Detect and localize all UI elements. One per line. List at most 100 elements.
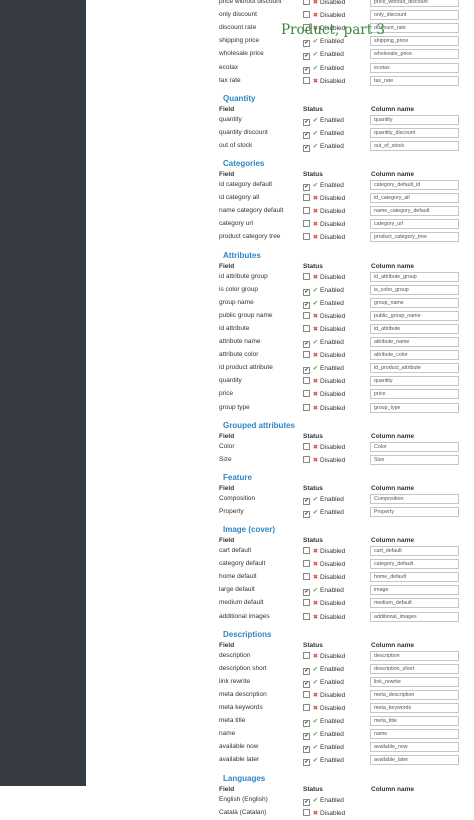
enabled-checkbox[interactable]: ✔ <box>303 66 310 74</box>
column-name-input[interactable]: description_short <box>370 663 459 674</box>
status-toggle[interactable]: ✖ Disabled <box>303 220 345 228</box>
status-toggle[interactable]: ✔ ✔ Enabled <box>303 743 344 754</box>
enabled-checkbox[interactable]: ✔ <box>303 144 310 152</box>
enabled-checkbox[interactable] <box>303 351 310 359</box>
status-toggle[interactable]: ✔ ✔ Enabled <box>303 142 344 152</box>
status-toggle[interactable]: ✔ ✔ Enabled <box>303 717 344 728</box>
status-toggle[interactable]: ✖ Disabled <box>303 233 345 241</box>
status-toggle[interactable]: ✔ ✔ Enabled <box>303 116 344 126</box>
column-name-input[interactable]: available_later <box>370 755 459 766</box>
enabled-checkbox[interactable] <box>303 442 310 450</box>
status-toggle[interactable]: ✖ Disabled <box>303 311 345 320</box>
column-name-input[interactable]: medium_default <box>370 598 459 609</box>
status-toggle[interactable]: ✖ Disabled <box>303 612 345 621</box>
status-toggle[interactable]: ✔ ✔ Enabled <box>303 286 344 296</box>
enabled-checkbox[interactable] <box>303 560 310 568</box>
column-name-input[interactable]: group_name <box>370 297 459 308</box>
column-name-input[interactable]: id_attribute <box>370 323 459 334</box>
status-toggle[interactable]: ✖ Disabled <box>303 651 345 660</box>
enabled-checkbox[interactable] <box>303 324 310 332</box>
column-name-input[interactable]: available_now <box>370 742 459 753</box>
status-toggle[interactable]: ✔ ✔ Enabled <box>303 665 344 675</box>
enabled-checkbox[interactable] <box>303 651 310 659</box>
enabled-checkbox[interactable] <box>303 11 310 19</box>
column-name-input[interactable]: quantity <box>370 114 459 125</box>
enabled-checkbox[interactable] <box>303 690 310 698</box>
enabled-checkbox[interactable] <box>303 808 310 816</box>
status-toggle[interactable]: ✖ Disabled <box>303 573 345 581</box>
enabled-checkbox[interactable]: ✔ <box>303 131 310 139</box>
column-name-input[interactable]: ecotax <box>370 62 459 73</box>
column-name-input[interactable]: meta_description <box>370 689 459 700</box>
enabled-checkbox[interactable] <box>303 0 310 5</box>
enabled-checkbox[interactable]: ✔ <box>303 341 310 348</box>
column-name-input[interactable]: quantity <box>370 376 459 387</box>
enabled-checkbox[interactable]: ✔ <box>303 589 310 597</box>
status-toggle[interactable]: ✔ ✔ Enabled <box>303 50 344 61</box>
status-toggle[interactable]: ✖ Disabled <box>303 808 345 817</box>
column-name-input[interactable]: out_of_stock <box>370 140 459 151</box>
enabled-checkbox[interactable] <box>303 233 310 241</box>
column-name-input[interactable]: meta_title <box>370 716 459 727</box>
column-name-input[interactable]: only_discount <box>370 10 459 21</box>
column-name-input[interactable]: attribute_name <box>370 337 459 347</box>
status-toggle[interactable]: ✖ Disabled <box>303 207 345 215</box>
enabled-checkbox[interactable]: ✔ <box>303 680 310 688</box>
status-toggle[interactable]: ✖ Disabled <box>303 560 345 568</box>
status-toggle[interactable]: ✔ ✔ Enabled <box>303 678 344 688</box>
enabled-checkbox[interactable] <box>303 207 310 215</box>
column-name-input[interactable]: quantity_discount <box>370 127 459 138</box>
status-toggle[interactable]: ✔ ✔ Enabled <box>303 508 344 518</box>
enabled-checkbox[interactable] <box>303 403 310 411</box>
enabled-checkbox[interactable]: ✔ <box>303 184 310 191</box>
enabled-checkbox[interactable]: ✔ <box>303 497 310 505</box>
status-toggle[interactable]: ✖ Disabled <box>303 351 345 359</box>
column-name-input[interactable]: cart_default <box>370 546 459 556</box>
column-name-input[interactable]: id_attribute_group <box>370 271 459 282</box>
status-toggle[interactable]: ✖ Disabled <box>303 599 345 607</box>
enabled-checkbox[interactable] <box>303 377 310 385</box>
enabled-checkbox[interactable] <box>303 455 310 463</box>
column-name-input[interactable]: name_category_default <box>370 206 459 217</box>
column-name-input[interactable]: category_default_id <box>370 180 459 190</box>
status-toggle[interactable]: ✖ Disabled <box>303 390 345 398</box>
column-name-input[interactable]: category_default <box>370 559 459 570</box>
enabled-checkbox[interactable] <box>303 612 310 620</box>
enabled-checkbox[interactable]: ✔ <box>303 667 310 675</box>
column-name-input[interactable]: tax_rate <box>370 75 459 86</box>
column-name-input[interactable]: price <box>370 389 459 400</box>
enabled-checkbox[interactable]: ✔ <box>303 53 310 61</box>
status-toggle[interactable]: ✖ Disabled <box>303 455 345 464</box>
status-toggle[interactable]: ✔ ✔ Enabled <box>303 64 344 74</box>
status-toggle[interactable]: ✔ ✔ Enabled <box>303 586 344 597</box>
status-toggle[interactable]: ✔ ✔ Enabled <box>303 495 344 505</box>
enabled-checkbox[interactable] <box>303 547 310 554</box>
status-toggle[interactable]: ✔ ✔ Enabled <box>303 37 344 48</box>
column-name-input[interactable]: link_rewrite <box>370 676 459 687</box>
enabled-checkbox[interactable] <box>303 390 310 398</box>
enabled-checkbox[interactable] <box>303 311 310 319</box>
column-name-input[interactable]: group_type <box>370 402 459 413</box>
status-toggle[interactable]: ✔ ✔ Enabled <box>303 730 344 741</box>
enabled-checkbox[interactable]: ✔ <box>303 510 310 518</box>
column-name-input[interactable]: id_product_attribute <box>370 363 459 374</box>
column-name-input[interactable]: Property <box>370 506 459 517</box>
enabled-checkbox[interactable] <box>303 704 310 711</box>
status-toggle[interactable]: ✖ Disabled <box>303 11 345 19</box>
column-name-input[interactable]: Color <box>370 441 459 452</box>
enabled-checkbox[interactable]: ✔ <box>303 746 310 754</box>
column-name-input[interactable]: description <box>370 650 459 661</box>
status-toggle[interactable]: ✖ Disabled <box>303 403 345 412</box>
status-toggle[interactable]: ✔ ✔ Enabled <box>303 181 344 191</box>
enabled-checkbox[interactable]: ✔ <box>303 798 310 806</box>
status-toggle[interactable]: ✖ Disabled <box>303 704 345 712</box>
status-toggle[interactable]: ✖ Disabled <box>303 194 345 202</box>
column-name-input[interactable]: additional_images <box>370 611 459 622</box>
enabled-checkbox[interactable] <box>303 194 310 202</box>
enabled-checkbox[interactable]: ✔ <box>303 720 310 728</box>
status-toggle[interactable]: ✖ Disabled <box>303 76 345 85</box>
enabled-checkbox[interactable] <box>303 272 310 280</box>
column-name-input[interactable]: price_without_discount <box>370 0 459 7</box>
status-toggle[interactable]: ✖ Disabled <box>303 690 345 699</box>
column-name-input[interactable]: name <box>370 729 459 740</box>
